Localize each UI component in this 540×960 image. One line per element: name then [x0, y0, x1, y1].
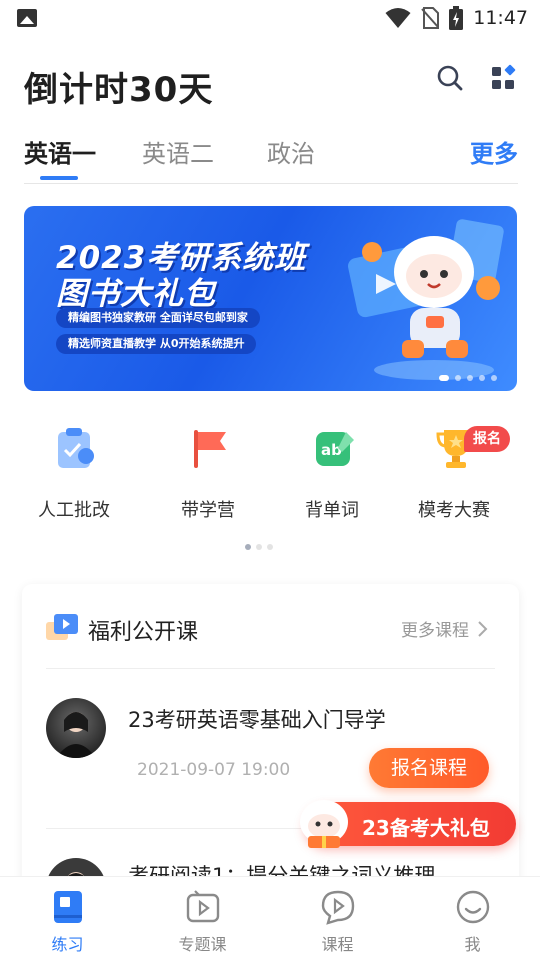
nav-course[interactable]: 课程: [270, 877, 405, 960]
bottom-nav: 练习 专题课 课程 我: [0, 876, 540, 960]
nav-me[interactable]: 我: [405, 877, 540, 960]
pager-dot: [256, 544, 262, 550]
svg-text:ab: ab: [321, 441, 342, 459]
entries-pagination: [245, 544, 273, 550]
tab-english-2[interactable]: 英语二: [142, 134, 214, 169]
tab-more-button[interactable]: 更多: [470, 134, 518, 169]
tab-politics[interactable]: 政治: [267, 134, 315, 169]
tab-active-indicator: [40, 176, 78, 180]
status-icons: 11:47: [385, 6, 528, 30]
more-courses-link[interactable]: 更多课程: [401, 616, 469, 641]
red-flag-icon: [194, 430, 226, 468]
gift-pack-floating-button[interactable]: 23备考大礼包: [294, 796, 516, 850]
no-sim-icon: [421, 7, 440, 29]
nav-label: 我: [464, 935, 481, 954]
course-play-icon: [321, 890, 355, 925]
signup-badge: 报名: [464, 426, 510, 452]
entry-label: 模考大赛: [418, 500, 490, 521]
battery-charging-icon: [449, 6, 464, 30]
wifi-icon: [385, 8, 411, 28]
banner-dot: [491, 375, 497, 381]
status-bar: 11:47: [0, 0, 540, 36]
entry-label: 人工批改: [38, 500, 110, 521]
gift-label: 23备考大礼包: [362, 816, 490, 840]
nav-topic-course[interactable]: 专题课: [135, 877, 270, 960]
subject-tabs: 英语一 英语二 政治 更多: [24, 132, 518, 184]
open-class-card: 福利公开课 更多课程 23考研英语零基础入门导学 2021-09-07 19:0…: [22, 584, 519, 918]
nav-label: 练习: [51, 935, 84, 954]
banner-dot: [467, 375, 473, 381]
gift-mascot-icon: [300, 800, 348, 848]
nav-label: 课程: [321, 935, 354, 954]
banner-dot: [455, 375, 461, 381]
banner-feature-2: 精选师资直播教学 从0开始系统提升: [56, 334, 257, 354]
section-title: 福利公开课: [88, 620, 199, 645]
topic-video-icon: [186, 890, 220, 923]
course-title[interactable]: 23考研英语零基础入门导学: [128, 704, 386, 734]
banner-dot: [439, 375, 449, 381]
status-time: 11:47: [473, 7, 528, 29]
nav-practice[interactable]: 练习: [0, 877, 135, 960]
entry-manual-review[interactable]: 人工批改: [24, 420, 124, 521]
review-clipboard-icon: [58, 428, 94, 468]
astronaut-mascot-illustration: [348, 219, 504, 380]
entry-label: 背单词: [305, 500, 359, 521]
chevron-right-icon[interactable]: [475, 620, 489, 638]
entry-vocabulary[interactable]: ab 背单词: [282, 420, 382, 521]
apps-grid-icon[interactable]: [490, 64, 518, 92]
word-book-icon: ab: [316, 432, 354, 466]
entry-label: 带学营: [181, 500, 235, 521]
search-icon[interactable]: [436, 64, 464, 92]
banner-title-line2: 图书大礼包: [56, 276, 216, 312]
tab-english-1[interactable]: 英语一: [24, 134, 96, 169]
enroll-course-button[interactable]: 报名课程: [369, 748, 489, 788]
entry-study-camp[interactable]: 带学营: [158, 420, 258, 521]
divider: [46, 668, 495, 669]
promo-banner[interactable]: 2023考研系统班 图书大礼包 精编图书独家教研 全面详尽包邮到家 精选师资直播…: [24, 206, 517, 391]
banner-pagination: [439, 375, 497, 381]
banner-dot: [479, 375, 485, 381]
pager-dot: [245, 544, 251, 550]
practice-book-icon: [54, 891, 82, 923]
banner-feature-1: 精编图书独家教研 全面详尽包邮到家: [56, 308, 260, 328]
live-class-icon: [46, 614, 78, 640]
page-title: 倒计时30天: [24, 70, 214, 110]
teacher-photo-icon: [56, 712, 96, 758]
profile-smile-icon: [456, 890, 490, 924]
nav-label: 专题课: [178, 935, 227, 954]
entry-mock-exam[interactable]: 报名 模考大赛: [404, 420, 510, 521]
quick-entries: 人工批改 带学营 ab 背单词 报名 模考大赛: [24, 420, 518, 521]
image-icon: [17, 9, 37, 27]
course-time: 2021-09-07 19:00: [137, 760, 291, 780]
teacher-avatar: [46, 698, 106, 758]
pager-dot: [267, 544, 273, 550]
